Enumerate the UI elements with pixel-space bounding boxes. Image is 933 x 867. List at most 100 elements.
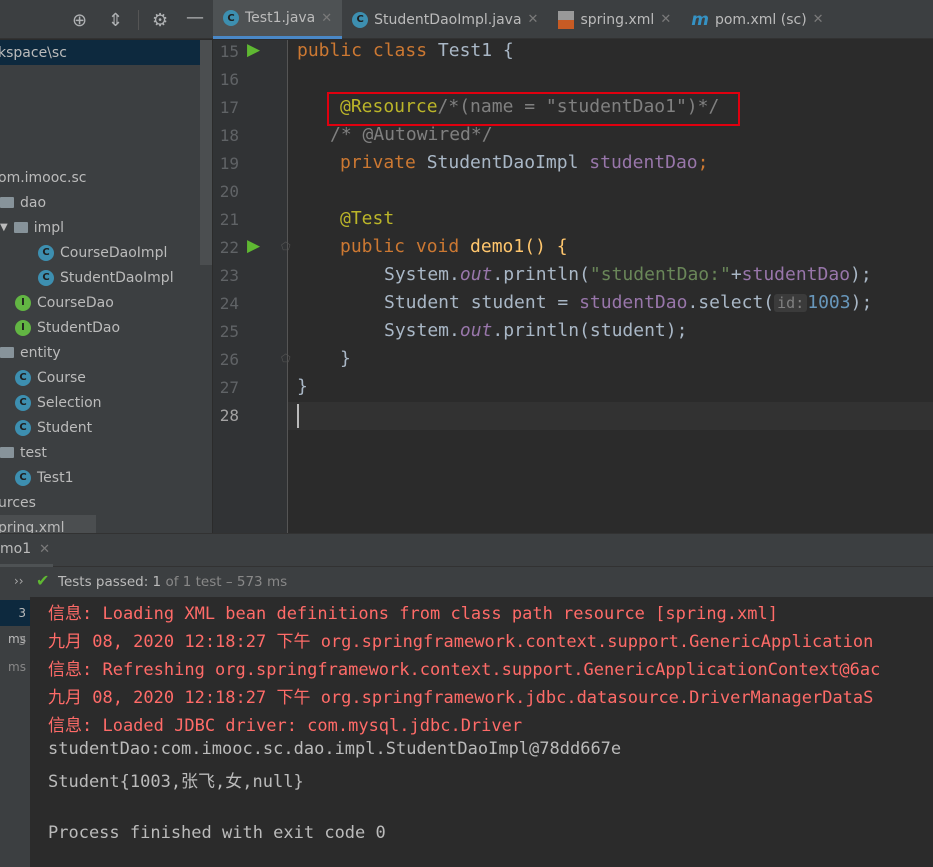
tree-label: CourseDaoImpl [60, 244, 168, 261]
code-editor[interactable]: 15 16 17 18 19 20 21 22 23 24 25 26 27 2… [213, 40, 933, 533]
code-line-27: } [297, 376, 308, 397]
tree-item[interactable]: test [0, 440, 47, 465]
console-line: Student{1003,张飞,女,null} [48, 772, 304, 792]
test-time[interactable]: 3 ms [0, 600, 30, 646]
line-number: 24 [219, 294, 239, 313]
console-line: studentDao:com.imooc.sc.dao.impl.Student… [48, 739, 622, 759]
text-cursor [297, 404, 299, 428]
interface-icon: I [15, 319, 31, 336]
close-icon[interactable]: ✕ [813, 12, 824, 27]
highlight-box [327, 92, 740, 126]
tree-item[interactable]: C Course [15, 365, 86, 390]
keyword: private [340, 152, 427, 173]
tree-label: CourseDao [37, 294, 114, 311]
line-number: 20 [219, 182, 239, 201]
line-number: 17 [219, 98, 239, 117]
field: studentDao [741, 264, 851, 285]
test-tree: 3 ms 3 ms [0, 597, 30, 867]
tree-label: Course [37, 369, 86, 386]
tree-item[interactable]: I StudentDao [15, 315, 120, 340]
interface-icon: I [15, 294, 31, 311]
collapse-icon[interactable]: ⇕ [108, 10, 123, 31]
number: 1003 [807, 292, 851, 313]
folder-icon [0, 447, 14, 458]
keyword: public class [297, 40, 438, 61]
maven-icon: m [691, 9, 709, 30]
tree-item[interactable]: pring.xml [0, 515, 96, 533]
string: "studentDao:" [589, 264, 731, 285]
test-status-bar: ›› ✔ Tests passed: 1 of 1 test – 573 ms [0, 567, 933, 597]
fold-icon[interactable]: ⬠ [281, 240, 291, 253]
code-text: .println(student); [492, 320, 688, 341]
target-icon[interactable]: ⊕ [72, 10, 87, 31]
java-test-class-icon: C [15, 469, 31, 486]
run-test-icon[interactable]: ▶ [247, 40, 260, 60]
code-text: .println( [492, 264, 590, 285]
spring-xml-icon [558, 10, 575, 29]
console-line: 信息: Refreshing org.springframework.conte… [48, 660, 881, 680]
close-icon[interactable]: ✕ [528, 12, 539, 27]
code-line-26: } [340, 348, 351, 369]
code-line-23: System.out.println("studentDao:"+student… [384, 264, 872, 285]
tree-item[interactable]: C Student [15, 415, 92, 440]
tab-label: Test1.java [245, 10, 316, 26]
expand-icon[interactable]: ›› [14, 574, 24, 588]
java-class-icon: C [15, 369, 31, 386]
tab-label: pom.xml (sc) [714, 11, 807, 28]
tree-root[interactable]: kspace\sc [0, 40, 67, 65]
tree-label: test [20, 444, 47, 461]
tree-item[interactable]: entity [0, 340, 61, 365]
console-line: Process finished with exit code 0 [48, 823, 386, 843]
folder-icon [13, 222, 28, 233]
tab-label: mo1 [0, 541, 32, 557]
editor-tabs: C Test1.java ✕ C StudentDaoImpl.java ✕ sprin… [213, 0, 834, 39]
tree-item[interactable]: ▼ impl [0, 215, 64, 240]
method-name: demo1() { [470, 236, 568, 257]
minimize-icon[interactable]: — [186, 7, 204, 28]
java-class-icon: C [15, 394, 31, 411]
console-line: 九月 08, 2020 12:18:27 下午 org.springframew… [48, 688, 874, 708]
code-text: System. [384, 264, 460, 285]
close-icon[interactable]: ✕ [321, 11, 332, 26]
tree-item[interactable]: C CourseDaoImpl [38, 240, 167, 265]
java-class-icon: C [15, 419, 31, 436]
tree-label: om.imooc.sc [0, 169, 87, 186]
tree-item[interactable]: dao [0, 190, 46, 215]
run-panel-tabs: mo1 ✕ [0, 533, 933, 567]
tree-label: dao [20, 194, 47, 211]
tree-item[interactable]: C StudentDaoImpl [38, 265, 174, 290]
tab-label: spring.xml [580, 11, 655, 28]
line-number: 21 [219, 210, 239, 229]
test-time[interactable]: 3 ms [0, 628, 30, 674]
tree-item[interactable]: om.imooc.sc [0, 165, 86, 190]
line-number: 16 [219, 70, 239, 89]
gear-icon[interactable]: ⚙ [152, 10, 168, 31]
run-test-icon[interactable]: ▶ [247, 236, 260, 256]
line-number: 27 [219, 378, 239, 397]
run-tab-demo1[interactable]: mo1 ✕ [0, 534, 53, 567]
code-text: ); [850, 292, 873, 313]
tab-label: StudentDaoImpl.java [374, 11, 522, 28]
tree-item[interactable]: C Selection [15, 390, 102, 415]
code-text: System. [384, 320, 460, 341]
scrollbar[interactable] [200, 40, 212, 265]
tab-test1-java[interactable]: C Test1.java ✕ [213, 0, 343, 39]
tab-pom-xml[interactable]: m pom.xml (sc) ✕ [681, 0, 833, 39]
check-icon: ✔ [36, 571, 50, 590]
tree-item[interactable]: I CourseDao [15, 290, 114, 315]
close-icon[interactable]: ✕ [660, 12, 671, 27]
code-line-15: public class Test1 { [297, 40, 514, 61]
tree-label: pring.xml [0, 519, 65, 534]
java-class-icon: C [352, 11, 369, 28]
tab-spring-xml[interactable]: spring.xml ✕ [548, 0, 681, 39]
tab-studentdaoimpl-java[interactable]: C StudentDaoImpl.java ✕ [342, 0, 548, 39]
gutter: 15 16 17 18 19 20 21 22 23 24 25 26 27 2… [213, 40, 291, 533]
tree-item[interactable]: C Test1 [15, 465, 73, 490]
tree-label: entity [20, 344, 61, 361]
status-detail: of 1 test – 573 ms [165, 574, 288, 590]
console-output[interactable]: 信息: Loading XML bean definitions from cl… [30, 597, 933, 867]
fold-icon[interactable]: ⬠ [281, 352, 291, 365]
tree-item[interactable]: urces [0, 490, 36, 515]
close-icon[interactable]: ✕ [39, 542, 50, 557]
line-number: 18 [219, 126, 239, 145]
